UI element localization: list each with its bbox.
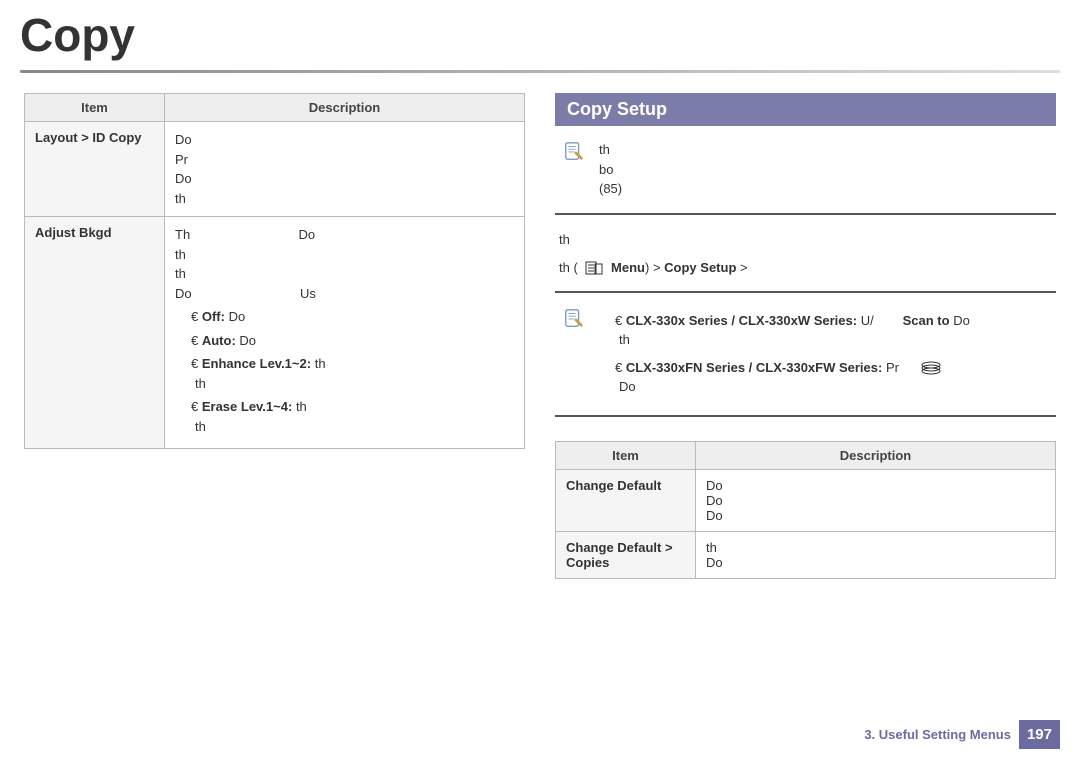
t: >	[736, 260, 747, 275]
bullet: Off: Do	[175, 307, 514, 327]
text: Do Us	[175, 284, 514, 304]
desc-cell: th Do	[696, 531, 1056, 578]
text: Th Do	[175, 225, 514, 245]
bullet: Enhance Lev.1~2: th th	[175, 354, 514, 393]
table-row: Adjust Bkgd Th Do th th Do	[25, 217, 525, 449]
series-note: CLX-330x Series / CLX-330xW Series: U/ S…	[555, 293, 1056, 417]
t: Do	[615, 377, 1048, 397]
desc-cell: Do Pr Do th	[165, 122, 525, 217]
note-icon	[563, 140, 585, 162]
note-line: th	[599, 140, 1048, 160]
bullet-text: Do	[239, 333, 256, 348]
t: th (	[559, 260, 578, 275]
footer: 3. Useful Setting Menus 197	[864, 720, 1060, 749]
table-row: Change Default > Copies th Do	[556, 531, 1056, 578]
note-line: (85)	[599, 179, 1048, 199]
t: th	[706, 540, 1045, 555]
note-box: th bo (85)	[555, 126, 1056, 215]
series-bullet: CLX-330x Series / CLX-330xW Series: U/ S…	[599, 311, 1048, 350]
bullet-text: th	[315, 356, 326, 371]
note-icon	[563, 307, 585, 329]
text: th	[175, 264, 514, 284]
menu-icon	[585, 261, 603, 275]
page-title: Copy	[0, 0, 1080, 70]
t: Do	[175, 286, 192, 301]
th-desc: Description	[165, 94, 525, 122]
t: ) >	[645, 260, 664, 275]
copy-setup-label: Copy Setup	[664, 260, 736, 275]
table-row: Change Default Do Do Do	[556, 469, 1056, 531]
bullet-text: Do	[229, 309, 246, 324]
item-cell: Adjust Bkgd	[25, 217, 165, 449]
t: U/	[861, 313, 874, 328]
series-bullet: CLX-330xFN Series / CLX-330xFW Series: P…	[599, 358, 1048, 397]
bullet: Auto: Do	[175, 331, 514, 351]
page-number: 197	[1019, 720, 1060, 749]
instruction-block: th th ( Menu) > Copy Setup >	[555, 215, 1056, 293]
scan-to-label: Scan to	[903, 313, 950, 328]
bullet-label: Auto:	[202, 333, 236, 348]
left-column: Item Description Layout > ID Copy Do Pr …	[24, 93, 525, 579]
t: Do	[299, 227, 316, 242]
right-column: Copy Setup th bo (85) th th ( Menu) >	[555, 93, 1056, 579]
section-header: Copy Setup	[555, 93, 1056, 126]
t: Do	[706, 493, 1045, 508]
instr-line: th ( Menu) > Copy Setup >	[559, 257, 1052, 279]
text: Do	[175, 130, 514, 150]
right-table: Item Description Change Default Do Do Do…	[555, 441, 1056, 579]
instr-pre: th	[559, 229, 1052, 251]
bullet-extra: th	[191, 417, 514, 437]
desc-cell: Do Do Do	[696, 469, 1056, 531]
bullet-extra: th	[191, 374, 514, 394]
bullet-label: Erase Lev.1~4:	[202, 399, 292, 414]
bullet-label: Enhance Lev.1~2:	[202, 356, 311, 371]
desc-cell: Th Do th th Do Us	[165, 217, 525, 449]
text: th	[175, 245, 514, 265]
left-table: Item Description Layout > ID Copy Do Pr …	[24, 93, 525, 449]
bullet-label: Off:	[202, 309, 225, 324]
note-line: bo	[599, 160, 1048, 180]
bullet: Erase Lev.1~4: th th	[175, 397, 514, 436]
item-cell: Change Default	[556, 469, 696, 531]
series-label: CLX-330xFN Series / CLX-330xFW Series:	[626, 360, 883, 375]
t: th	[615, 330, 1048, 350]
t: Us	[300, 286, 316, 301]
series-label: CLX-330x Series / CLX-330xW Series:	[626, 313, 857, 328]
item-cell: Layout > ID Copy	[25, 122, 165, 217]
th-desc: Description	[696, 441, 1056, 469]
text: Do	[175, 169, 514, 189]
t: Do	[706, 478, 1045, 493]
text: th	[175, 189, 514, 209]
t: Do	[706, 508, 1045, 523]
bullet-text: th	[296, 399, 307, 414]
t: Th	[175, 227, 190, 242]
t: Pr	[886, 360, 899, 375]
content: Item Description Layout > ID Copy Do Pr …	[0, 73, 1080, 579]
th-item: Item	[25, 94, 165, 122]
text: Pr	[175, 150, 514, 170]
menu-label: Menu	[611, 260, 645, 275]
footer-chapter: 3. Useful Setting Menus	[864, 727, 1011, 742]
t: Do	[953, 313, 970, 328]
t: Do	[706, 555, 1045, 570]
table-row: Layout > ID Copy Do Pr Do th	[25, 122, 525, 217]
th-item: Item	[556, 441, 696, 469]
copy-icon	[921, 361, 941, 375]
item-cell: Change Default > Copies	[556, 531, 696, 578]
